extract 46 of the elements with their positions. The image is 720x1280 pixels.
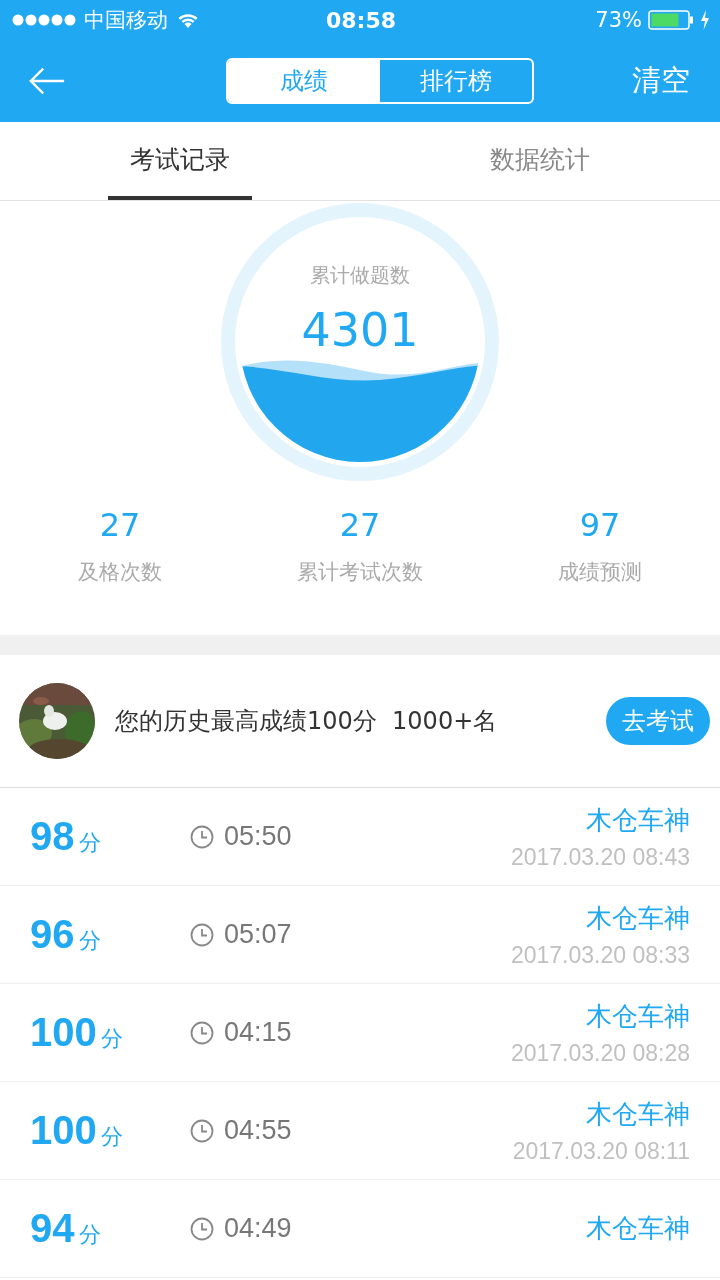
stat-value: 27	[99, 506, 141, 544]
tab[interactable]: 数据统计	[468, 122, 612, 200]
clock-time: 08:58	[326, 7, 396, 33]
clock-icon	[190, 1020, 214, 1045]
user-name: 木仓车神	[586, 901, 690, 935]
user-name: 木仓车神	[586, 1212, 690, 1245]
duration-text: 04:15	[224, 1017, 292, 1048]
stat-label: 成绩预测	[558, 559, 642, 586]
duration-text: 05:07	[224, 919, 292, 950]
question-count: 4301	[301, 303, 419, 357]
stat-value: 27	[339, 506, 381, 544]
score-value: 94分	[30, 1206, 102, 1251]
signal-icon	[12, 14, 76, 26]
clock-icon	[190, 922, 214, 947]
gauge-label: 累计做题数	[310, 262, 410, 289]
user-name: 木仓车神	[586, 1097, 690, 1131]
exam-date: 2017.03.20 08:33	[510, 941, 690, 969]
score-value: 98 分	[30, 814, 102, 859]
exam-date: 2017.03.20 08:43	[510, 843, 690, 871]
score-value: 100 分	[30, 1108, 124, 1153]
best-score-text: 您的历史最高成绩100分 1000+名	[115, 706, 499, 737]
charging-icon	[700, 10, 710, 30]
start-exam-button[interactable]: 去考试	[606, 697, 710, 745]
score-value: 96 分	[30, 912, 102, 957]
battery-percent: 73%	[595, 8, 642, 32]
wifi-icon	[176, 11, 200, 29]
stat-label: 及格次数	[78, 559, 162, 586]
score-value: 100 分	[30, 1010, 124, 1055]
clock-icon	[190, 824, 214, 849]
stat-value: 97	[579, 506, 621, 544]
clock-icon	[190, 1118, 214, 1143]
carrier-name: 中国移动	[84, 7, 168, 34]
user-name: 木仓车神	[586, 999, 690, 1033]
exam-date: 2017.03.20 08:28	[510, 1039, 690, 1067]
segment-tab[interactable]: 排行榜	[380, 60, 532, 102]
tab[interactable]: 考试记录	[108, 122, 252, 200]
clock-icon	[190, 1216, 214, 1241]
duration-text: 05:50	[224, 821, 292, 852]
duration-text: 04:55	[224, 1115, 292, 1146]
stat-label: 累计考试次数	[297, 559, 423, 586]
exam-date: 2017.03.20 08:11	[512, 1137, 690, 1165]
battery-icon	[648, 10, 694, 30]
duration-text: 04:49	[224, 1213, 292, 1244]
segment-tab[interactable]: 成绩	[228, 60, 380, 102]
clear-button[interactable]: 清空	[632, 61, 690, 101]
user-name: 木仓车神	[586, 803, 690, 837]
